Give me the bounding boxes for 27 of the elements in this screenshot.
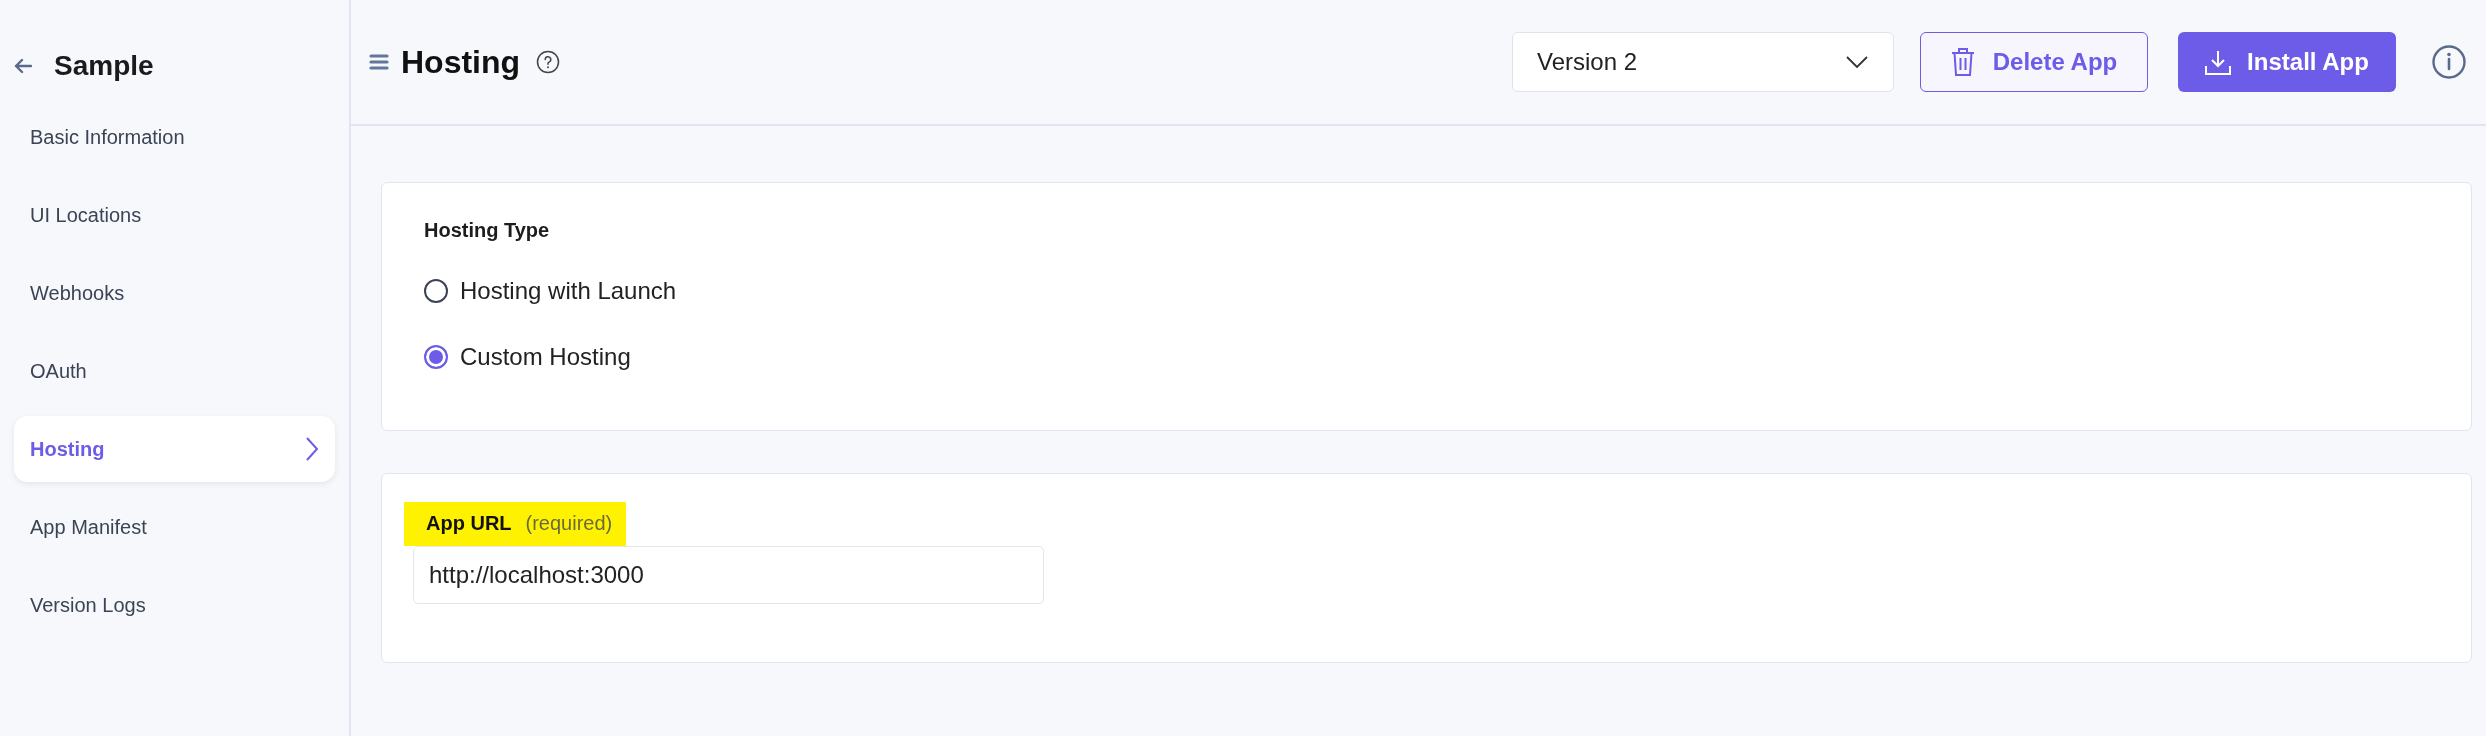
radio-button[interactable] — [424, 345, 448, 369]
sidebar-item[interactable]: UI Locations — [14, 182, 335, 248]
chevron-right-icon — [305, 436, 319, 462]
sidebar-item[interactable]: Webhooks — [14, 260, 335, 326]
sidebar-item[interactable]: Basic Information — [14, 104, 335, 170]
sidebar-item[interactable]: App Manifest — [14, 494, 335, 560]
menu-icon[interactable] — [369, 52, 389, 72]
radio-label[interactable]: Hosting with Launch — [460, 273, 677, 309]
info-icon[interactable] — [2432, 45, 2466, 79]
section-title: Hosting Type — [424, 218, 551, 243]
sidebar-item[interactable]: OAuth — [14, 338, 335, 404]
app-title: Sample — [54, 49, 154, 83]
sidebar-item[interactable]: Version Logs — [14, 572, 335, 638]
chevron-down-icon — [1845, 55, 1869, 69]
sidebar-item[interactable]: Hosting — [14, 416, 335, 482]
radio-button[interactable] — [424, 279, 448, 303]
url-input[interactable]: http://localhost:3000 — [413, 546, 1044, 604]
install-app-button[interactable]: Install App — [2178, 32, 2396, 92]
delete-app-button[interactable]: Delete App — [1920, 32, 2148, 92]
field-label: App URL (required) — [404, 502, 627, 546]
trash-icon — [1950, 47, 1975, 77]
page-title: Hosting — [401, 43, 521, 82]
radio-label[interactable]: Custom Hosting — [460, 339, 631, 375]
help-icon[interactable] — [536, 50, 561, 74]
download-icon — [2205, 49, 2232, 75]
back-arrow-icon[interactable] — [14, 58, 32, 74]
version-select[interactable]: Version 2 — [1512, 32, 1894, 92]
